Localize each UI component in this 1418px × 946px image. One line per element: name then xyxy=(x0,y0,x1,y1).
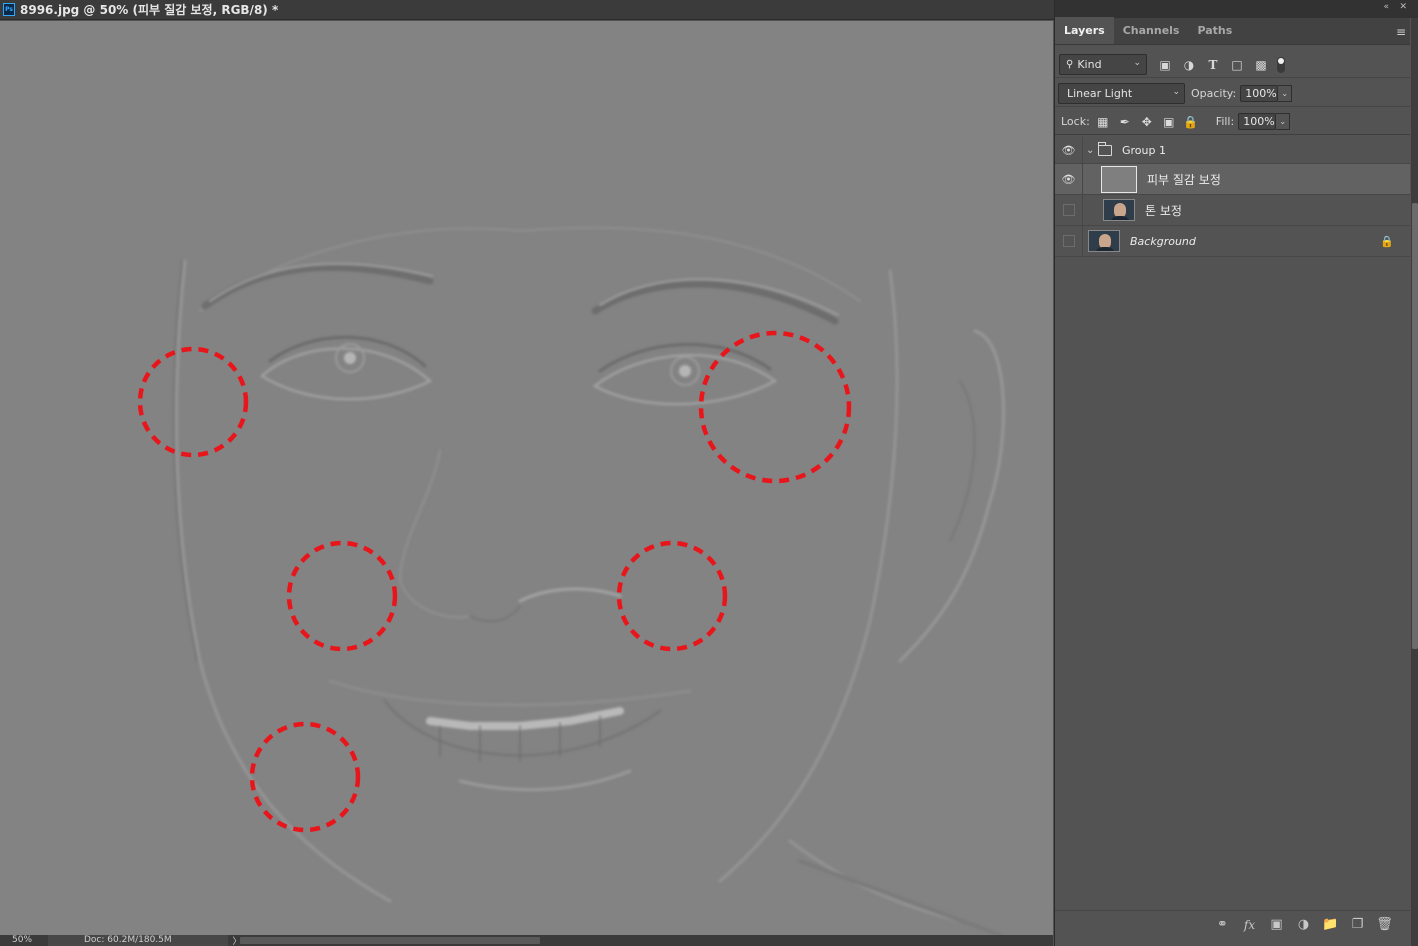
shape-filter-icon[interactable]: □ xyxy=(1225,58,1249,72)
lock-icon[interactable]: 🔒 xyxy=(1380,235,1394,248)
lock-row: Lock: ▦ ✒ ✥ ▣ 🔒 Fill: 100% ⌄ xyxy=(1055,109,1410,135)
visibility-toggle[interactable] xyxy=(1055,226,1083,256)
opacity-label: Opacity: xyxy=(1191,87,1237,100)
layer-name: Group 1 xyxy=(1122,143,1166,157)
close-panel-icon[interactable]: ✕ xyxy=(1399,2,1407,12)
layer-thumbnail xyxy=(1088,230,1120,252)
lock-artboard-icon[interactable]: ▣ xyxy=(1158,115,1180,129)
tab-layers[interactable]: Layers xyxy=(1055,17,1114,44)
opacity-dropdown-icon[interactable]: ⌄ xyxy=(1278,85,1293,102)
visibility-toggle[interactable] xyxy=(1055,195,1083,225)
eye-icon: 👁 xyxy=(1061,172,1076,186)
kind-filter-label: Kind xyxy=(1077,58,1102,71)
panel-tabs: Layers Channels Paths xyxy=(1055,17,1410,45)
blend-mode-value: Linear Light xyxy=(1067,87,1133,100)
chevron-down-icon[interactable]: ⌄ xyxy=(1086,145,1098,156)
eye-icon: 👁 xyxy=(1061,143,1076,157)
zoom-level[interactable]: 50% xyxy=(0,935,48,946)
scrollbar-thumb[interactable] xyxy=(1412,203,1418,649)
lock-image-pixels-icon[interactable]: ✒ xyxy=(1114,115,1136,129)
layer-name: 피부 질감 보정 xyxy=(1147,172,1221,187)
type-filter-icon[interactable]: T xyxy=(1201,58,1225,72)
layer-name: Background xyxy=(1130,234,1196,248)
horizontal-scrollbar[interactable] xyxy=(240,937,540,944)
hidden-eye-icon xyxy=(1062,235,1075,247)
lock-label: Lock: xyxy=(1061,115,1090,128)
tab-paths[interactable]: Paths xyxy=(1188,17,1241,44)
vertical-scrollbar[interactable] xyxy=(1411,18,1418,946)
tab-channels[interactable]: Channels xyxy=(1114,17,1189,44)
panel-titlebar: « ✕ xyxy=(1055,0,1418,18)
fx-icon[interactable]: fx xyxy=(1236,918,1263,932)
layer-row-background[interactable]: Background 🔒 xyxy=(1055,226,1410,257)
layer-thumbnail xyxy=(1101,165,1137,193)
kind-filter-select[interactable]: ⚲ Kind ⌄ xyxy=(1059,54,1147,75)
layers-list: 👁 ⌄ Group 1 👁 피부 질감 보정 톤 보정 Background 🔒 xyxy=(1055,137,1410,257)
status-bar: 50% Doc: 60.2M/180.5M 〉 xyxy=(0,935,1053,946)
layers-panel: « ✕ Layers Channels Paths ≡ ⚲ Kind ⌄ ▣ ◑… xyxy=(1054,0,1418,946)
layer-thumbnail xyxy=(1103,199,1135,221)
layer-name: 톤 보정 xyxy=(1145,203,1182,218)
document-info[interactable]: Doc: 60.2M/180.5M xyxy=(48,935,228,946)
visibility-toggle[interactable]: 👁 xyxy=(1055,137,1083,163)
fill-label: Fill: xyxy=(1215,115,1235,128)
canvas[interactable] xyxy=(0,21,1053,935)
layer-filter-row: ⚲ Kind ⌄ ▣ ◑ T □ ▩ xyxy=(1055,52,1410,78)
document-title: 8996.jpg @ 50% (피부 질감 보정, RGB/8) * xyxy=(20,3,279,17)
high-pass-image xyxy=(0,21,1053,935)
layer-row-tone-correction[interactable]: 톤 보정 xyxy=(1055,195,1410,226)
fill-field[interactable]: 100% xyxy=(1238,113,1277,130)
photoshop-icon: Ps xyxy=(3,3,15,16)
lock-all-icon[interactable]: 🔒 xyxy=(1180,115,1202,129)
visibility-toggle[interactable]: 👁 xyxy=(1055,164,1083,194)
blend-row: Linear Light ⌄ Opacity: 100% ⌄ xyxy=(1055,81,1410,107)
new-layer-icon[interactable]: ❐ xyxy=(1344,917,1371,932)
mask-icon[interactable]: ▣ xyxy=(1263,917,1290,932)
collapse-panel-icon[interactable]: « xyxy=(1383,2,1389,12)
lock-transparent-pixels-icon[interactable]: ▦ xyxy=(1092,115,1114,129)
filter-toggle[interactable] xyxy=(1277,56,1285,73)
blend-mode-select[interactable]: Linear Light ⌄ xyxy=(1058,83,1185,104)
chevron-down-icon: ⌄ xyxy=(1133,58,1141,68)
trash-icon[interactable]: 🗑 xyxy=(1371,917,1398,932)
panel-menu-icon[interactable]: ≡ xyxy=(1396,25,1406,39)
layer-row-skin-texture[interactable]: 👁 피부 질감 보정 xyxy=(1055,164,1410,195)
adjustment-filter-icon[interactable]: ◑ xyxy=(1177,58,1201,72)
layers-panel-footer: ⚭ fx ▣ ◑ 📁 ❐ 🗑 xyxy=(1055,910,1410,938)
search-icon: ⚲ xyxy=(1066,59,1074,70)
image-filter-icon[interactable]: ▣ xyxy=(1153,58,1177,72)
document-tab[interactable]: Ps 8996.jpg @ 50% (피부 질감 보정, RGB/8) * xyxy=(0,0,1054,20)
fill-dropdown-icon[interactable]: ⌄ xyxy=(1276,113,1291,130)
new-group-icon[interactable]: 📁 xyxy=(1317,917,1344,932)
hidden-eye-icon xyxy=(1062,204,1075,216)
layer-row-group-1[interactable]: 👁 ⌄ Group 1 xyxy=(1055,137,1410,164)
adjustment-icon[interactable]: ◑ xyxy=(1290,917,1317,932)
folder-icon xyxy=(1098,141,1112,156)
chevron-down-icon: ⌄ xyxy=(1172,87,1180,97)
lock-position-icon[interactable]: ✥ xyxy=(1136,115,1158,129)
opacity-field[interactable]: 100% xyxy=(1240,85,1279,102)
link-icon[interactable]: ⚭ xyxy=(1209,917,1236,932)
smart-object-filter-icon[interactable]: ▩ xyxy=(1249,58,1273,72)
